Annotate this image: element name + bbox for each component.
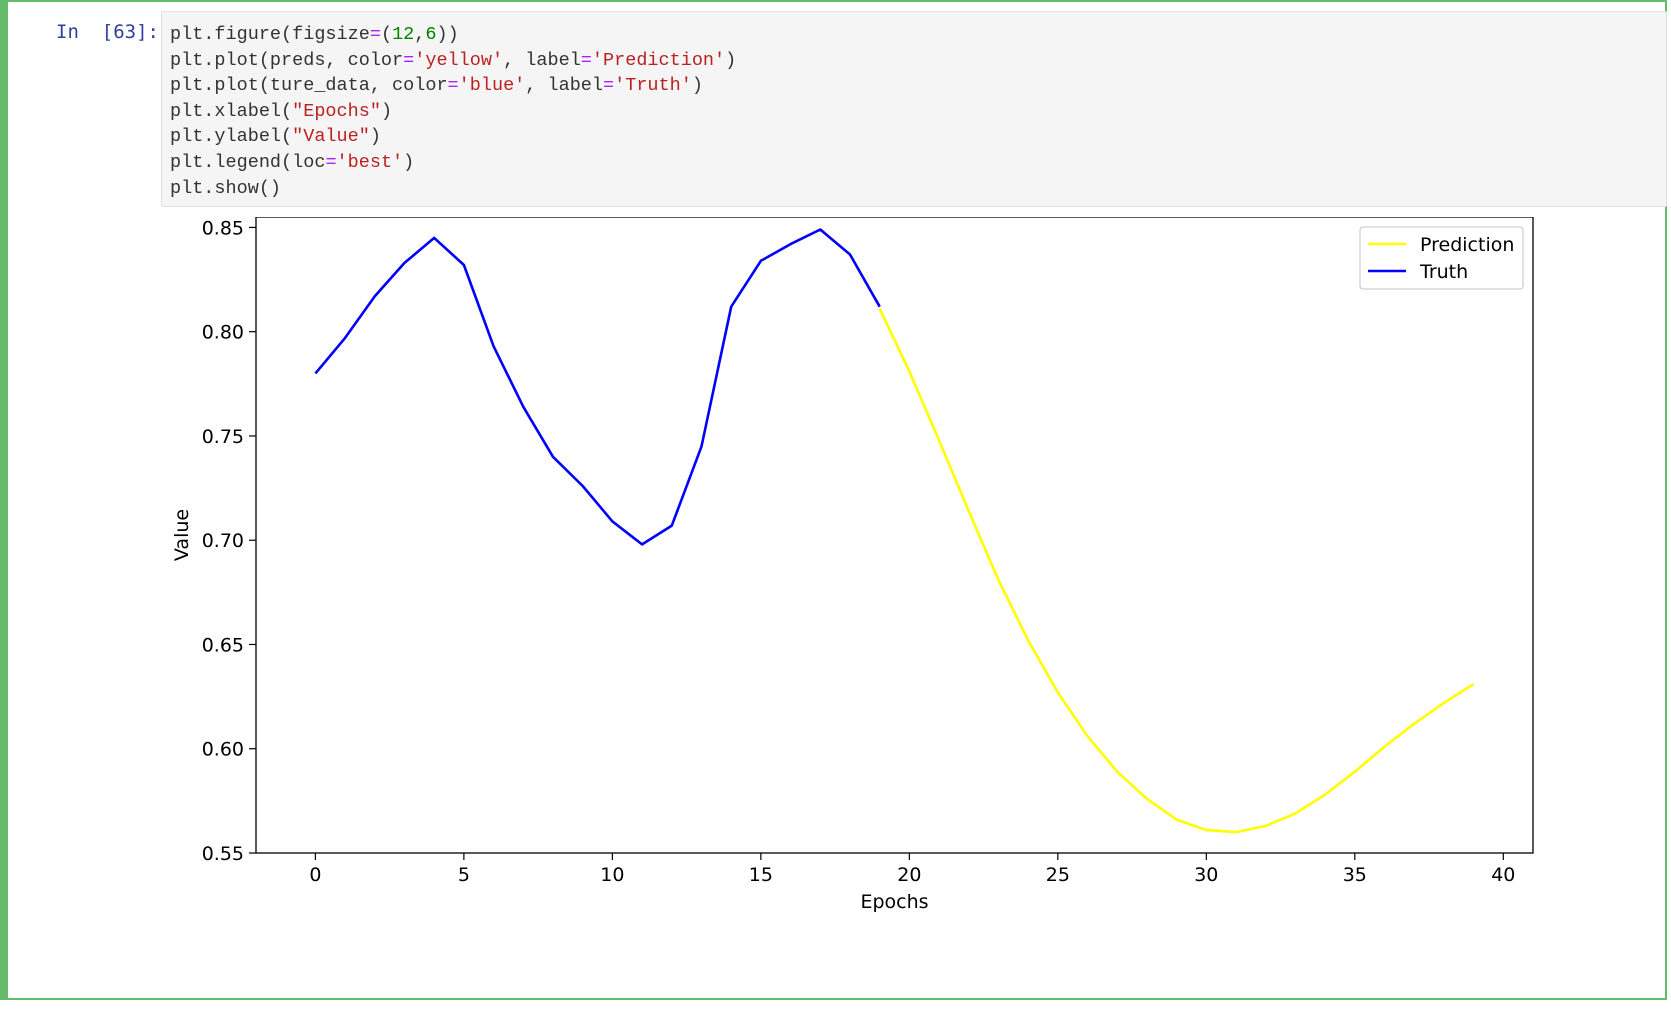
x-tick-label: 40 bbox=[1491, 864, 1515, 886]
y-axis-label: Value bbox=[171, 509, 193, 561]
code-line: plt.figure(figsize=(12,6)) bbox=[170, 24, 459, 45]
code-token: plt.legend(loc bbox=[170, 151, 326, 173]
code-token: ( bbox=[380, 24, 393, 45]
code-line: plt.plot(preds, color='yellow', label='P… bbox=[170, 50, 736, 71]
code-line: plt.ylabel("Value") bbox=[170, 126, 381, 147]
x-tick-label: 25 bbox=[1046, 864, 1070, 886]
cell-output: 0 5 10 15 20 25 30 35 40 0.55 0.60 0.65 0.70 0.75 0.80… bbox=[161, 216, 1667, 992]
code-token: = bbox=[580, 49, 592, 71]
code-line: plt.show() bbox=[170, 178, 281, 199]
code-token: 'Truth' bbox=[614, 75, 692, 97]
code-token: ) bbox=[369, 126, 381, 148]
code-line: plt.legend(loc='best') bbox=[170, 152, 414, 173]
x-tick-label: 0 bbox=[309, 864, 321, 886]
code-token: = bbox=[369, 24, 381, 45]
y-tick-label: 0.70 bbox=[202, 530, 244, 552]
code-token: ) bbox=[725, 49, 737, 71]
code-token: 'Prediction' bbox=[591, 49, 726, 71]
code-token: ) bbox=[691, 75, 703, 97]
code-token: , label bbox=[503, 49, 581, 71]
legend-label: Prediction bbox=[1420, 234, 1514, 256]
x-tick-label: 30 bbox=[1194, 864, 1218, 886]
code-token: = bbox=[603, 75, 615, 97]
input-prompt: In [63]: bbox=[56, 21, 159, 43]
code-token: plt.plot(preds, color bbox=[170, 49, 404, 71]
code-token: = bbox=[403, 49, 415, 71]
y-tick-label: 0.60 bbox=[202, 739, 244, 761]
code-line: plt.xlabel("Epochs") bbox=[170, 101, 392, 122]
code-token: , bbox=[414, 24, 426, 45]
code-editor[interactable]: plt.figure(figsize=(12,6)) plt.plot(pred… bbox=[161, 11, 1667, 207]
code-token: plt.ylabel( bbox=[170, 126, 293, 148]
code-token: 12 bbox=[392, 24, 415, 45]
y-tick-label: 0.75 bbox=[202, 426, 244, 448]
code-token: )) bbox=[436, 24, 459, 45]
y-tick-label: 0.65 bbox=[202, 634, 244, 656]
x-tick-label: 35 bbox=[1343, 864, 1367, 886]
x-tick-label: 5 bbox=[458, 864, 470, 886]
code-token: 'blue' bbox=[458, 75, 526, 97]
code-token: = bbox=[325, 151, 337, 173]
code-token: = bbox=[447, 75, 459, 97]
x-tick-label: 15 bbox=[749, 864, 773, 886]
code-token: plt.show() bbox=[170, 177, 282, 199]
y-tick-label: 0.85 bbox=[202, 217, 244, 239]
code-token: plt.figure(figsize bbox=[170, 24, 370, 45]
code-token: 'yellow' bbox=[414, 49, 504, 71]
x-tick-label: 10 bbox=[600, 864, 624, 886]
code-token: ) bbox=[380, 100, 393, 122]
code-token: "Value" bbox=[292, 126, 370, 148]
legend-label: Truth bbox=[1419, 261, 1468, 283]
code-token: "Epochs" bbox=[292, 100, 381, 122]
y-tick-label: 0.80 bbox=[202, 322, 244, 344]
x-axis-label: Epochs bbox=[860, 891, 928, 913]
x-tick-label: 20 bbox=[897, 864, 921, 886]
code-token: plt.xlabel( bbox=[170, 100, 293, 122]
series-line-prediction bbox=[878, 308, 1475, 834]
y-tick-label: 0.55 bbox=[202, 843, 244, 865]
code-line: plt.plot(ture_data, color='blue', label=… bbox=[170, 75, 703, 96]
code-token: plt.plot(ture_data, color bbox=[170, 75, 448, 97]
code-text[interactable]: plt.figure(figsize=(12,6)) plt.plot(pred… bbox=[170, 22, 736, 201]
code-token: 6 bbox=[425, 24, 437, 45]
code-token: , label bbox=[525, 75, 603, 97]
notebook-cell[interactable]: In [63]: plt.figure(figsize=(12,6)) plt.… bbox=[0, 0, 1667, 1000]
code-token: ) bbox=[403, 151, 415, 173]
plot-frame bbox=[255, 216, 1534, 854]
line-chart: 0 5 10 15 20 25 30 35 40 0.55 0.60 0.65 0.70 0.75 0.80… bbox=[171, 216, 1534, 913]
code-token: 'best' bbox=[336, 151, 404, 173]
series-line-truth bbox=[314, 228, 881, 546]
